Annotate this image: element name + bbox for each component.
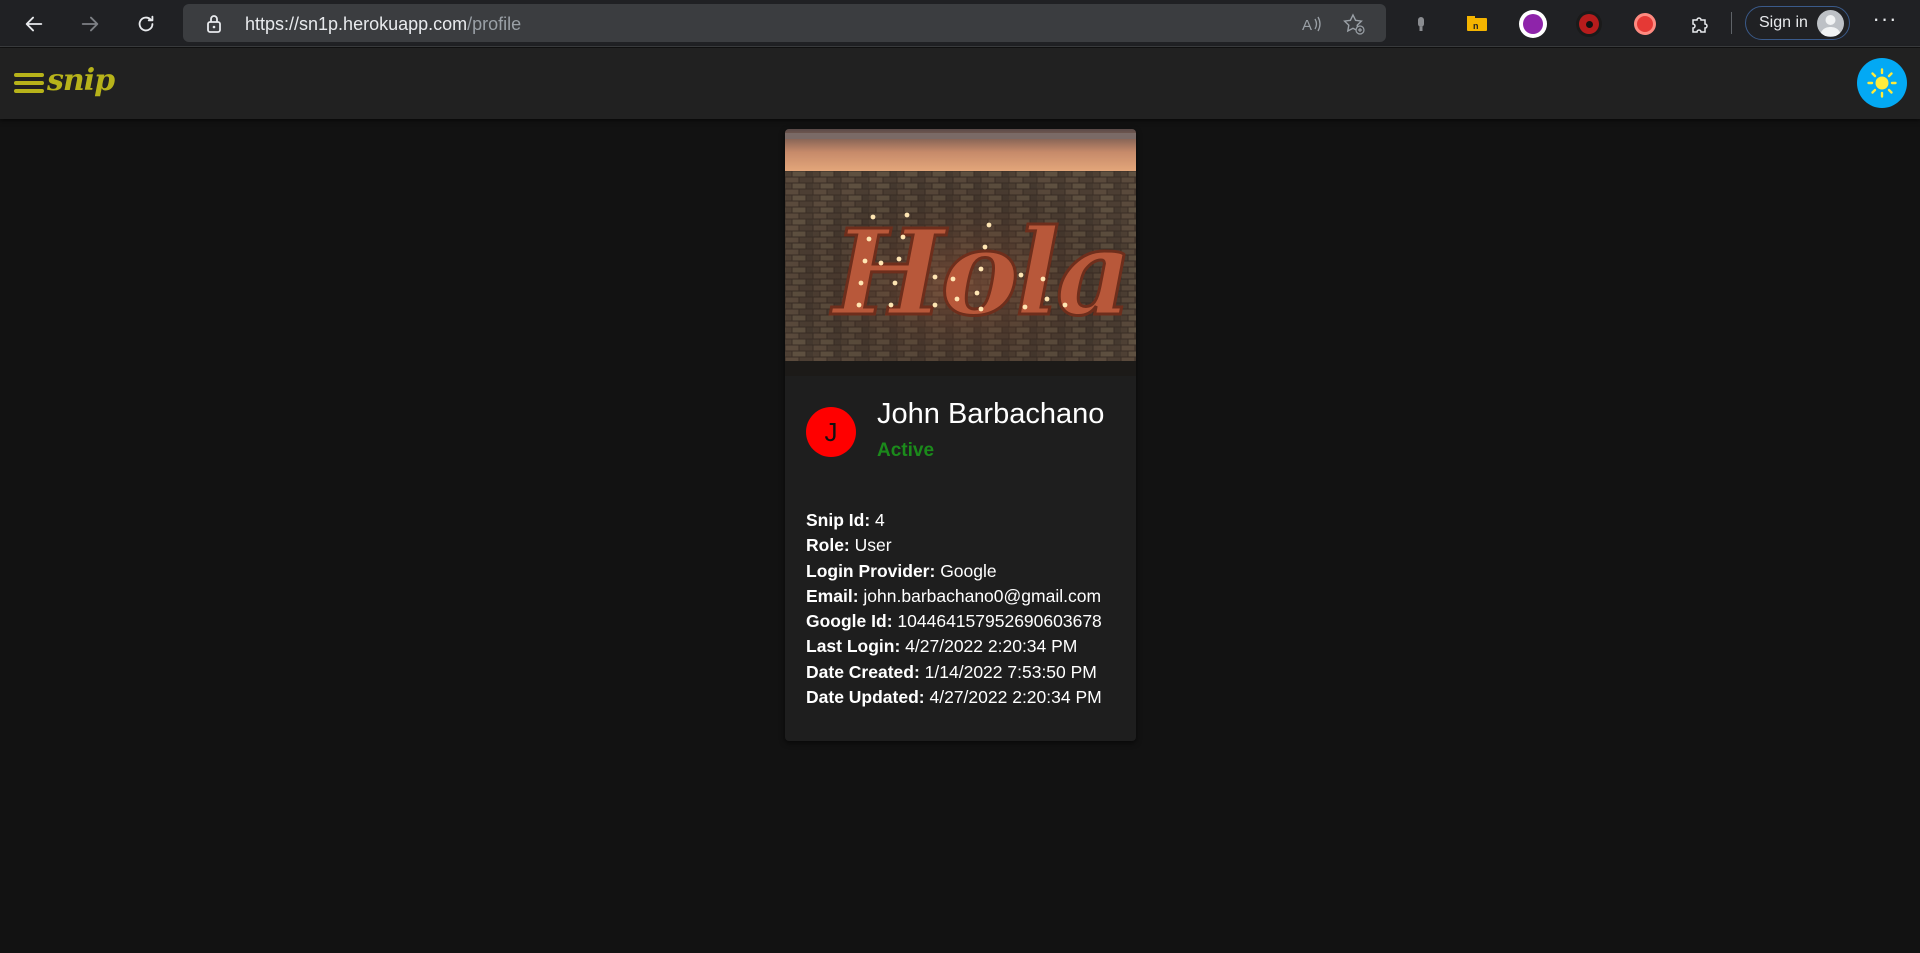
detail-email: Email: john.barbachano0@gmail.com (806, 584, 1126, 609)
detail-role: Role: User (806, 533, 1126, 558)
detail-label: Last Login: (806, 636, 901, 657)
back-button[interactable] (18, 8, 50, 40)
extension-red-eye-icon[interactable] (1576, 11, 1602, 37)
svg-text:A: A (1302, 17, 1312, 34)
forward-button[interactable] (74, 8, 106, 40)
detail-label: Login Provider: (806, 560, 936, 581)
banner-sign-text: Hola (830, 203, 1128, 342)
detail-label: Date Created: (806, 661, 920, 682)
toolbar-divider (1731, 12, 1732, 34)
user-avatar: J (806, 407, 856, 457)
app-header: snip (0, 48, 1920, 119)
extension-mic-icon[interactable] (1408, 11, 1434, 37)
extension-folder-icon[interactable]: n (1464, 11, 1490, 37)
extensions-puzzle-icon[interactable] (1687, 11, 1713, 37)
profile-banner-image: Hola (785, 129, 1136, 376)
refresh-button[interactable] (130, 8, 162, 40)
detail-value: john.barbachano0@gmail.com (863, 585, 1102, 606)
detail-label: Date Updated: (806, 687, 925, 708)
more-menu-button[interactable]: ··· (1870, 8, 1900, 36)
address-bar[interactable]: https://sn1p.herokuapp.com/profile A (183, 4, 1386, 42)
detail-value: Google (940, 560, 997, 581)
detail-value: 4/27/2022 2:20:34 PM (905, 636, 1078, 657)
sign-in-button[interactable]: Sign in (1745, 6, 1850, 40)
arrow-left-icon (25, 16, 43, 32)
url-text: https://sn1p.herokuapp.com/profile (245, 14, 521, 35)
detail-value: User (854, 535, 892, 556)
url-path: /profile (467, 14, 522, 34)
profile-avatar-icon (1817, 10, 1844, 37)
user-status: Active (877, 440, 935, 461)
browser-toolbar: https://sn1p.herokuapp.com/profile A n S… (0, 0, 1920, 47)
detail-date-updated: Date Updated: 4/27/2022 2:20:34 PM (806, 685, 1126, 710)
extension-red-target-icon[interactable] (1632, 11, 1658, 37)
detail-value: 1/14/2022 7:53:50 PM (924, 661, 1097, 682)
sign-in-label: Sign in (1759, 14, 1808, 31)
detail-value: 4/27/2022 2:20:34 PM (929, 687, 1102, 708)
detail-login-provider: Login Provider: Google (806, 559, 1126, 584)
url-host: https://sn1p.herokuapp.com (245, 14, 468, 34)
detail-label: Email: (806, 585, 859, 606)
profile-header: J John Barbachano Active (785, 376, 1136, 481)
refresh-icon (138, 15, 154, 32)
detail-label: Role: (806, 535, 850, 556)
user-name: John Barbachano (877, 398, 1105, 430)
detail-last-login: Last Login: 4/27/2022 2:20:34 PM (806, 634, 1126, 659)
menu-hamburger-icon[interactable] (14, 73, 44, 95)
detail-date-created: Date Created: 1/14/2022 7:53:50 PM (806, 660, 1126, 685)
detail-google-id: Google Id: 104464157952690603678 (806, 609, 1126, 634)
svg-text:n: n (1473, 21, 1479, 31)
theme-toggle-button[interactable] (1857, 58, 1907, 108)
favorite-star-icon[interactable] (1343, 13, 1365, 35)
read-aloud-icon[interactable]: A (1301, 13, 1323, 35)
detail-label: Snip Id: (806, 510, 871, 530)
detail-value: 104464157952690603678 (897, 611, 1102, 632)
arrow-right-icon (81, 16, 99, 32)
app-logo[interactable]: snip (47, 63, 115, 98)
profile-details: Snip Id: 4 Role: User Login Provider: Go… (806, 508, 1126, 710)
extension-purple-chat-icon[interactable] (1519, 10, 1547, 38)
detail-snip-id: Snip Id: 4 (806, 508, 1126, 533)
lock-icon (207, 15, 221, 33)
profile-card: Hola J John Barbachano Active Snip Id: 4… (785, 129, 1136, 741)
detail-value: 4 (875, 510, 885, 530)
detail-label: Google Id: (806, 611, 893, 632)
sun-icon (1867, 68, 1897, 98)
